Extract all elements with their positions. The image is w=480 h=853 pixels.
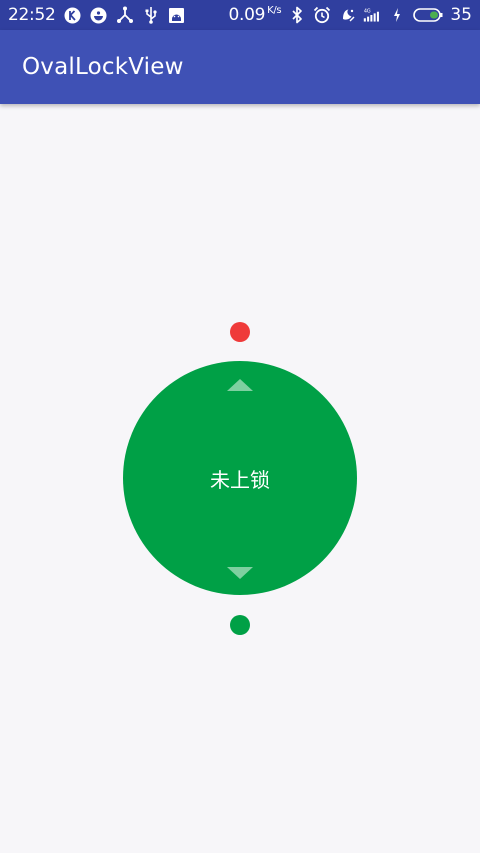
status-right-group: 0.09 K/s 4G 35 (228, 5, 472, 25)
bluetooth-icon (288, 6, 306, 24)
swipe-down-arrow-icon (227, 567, 253, 579)
usb-icon (142, 6, 160, 24)
network-speed-value: 0.09 (228, 5, 266, 25)
app-icon (90, 6, 108, 24)
svg-text:4G: 4G (364, 9, 371, 15)
top-indicator-dot (230, 322, 250, 342)
oval-lock-view: 未上锁 (0, 104, 480, 853)
app-bar: OvalLockView (0, 30, 480, 104)
android-icon (168, 6, 186, 24)
charging-icon (388, 6, 406, 24)
status-time: 22:52 (8, 5, 56, 25)
lock-status-label: 未上锁 (210, 467, 270, 492)
battery-level: 35 (450, 5, 472, 25)
do-not-disturb-icon (338, 6, 356, 24)
network-share-icon (116, 6, 134, 24)
alarm-icon (313, 6, 331, 24)
k-app-icon (64, 6, 82, 24)
status-left-group: 22:52 (8, 5, 186, 25)
network-speed-unit: K/s (267, 5, 282, 17)
lock-toggle-circle[interactable]: 未上锁 (123, 361, 357, 595)
status-bar: 22:52 0.09 K/s 4G 35 (0, 0, 480, 30)
app-title: OvalLockView (22, 54, 184, 80)
network-speed: 0.09 K/s (228, 5, 281, 25)
swipe-up-arrow-icon (227, 379, 253, 391)
signal-4g-icon: 4G (363, 6, 381, 24)
bottom-indicator-dot (230, 615, 250, 635)
battery-icon (413, 6, 443, 24)
